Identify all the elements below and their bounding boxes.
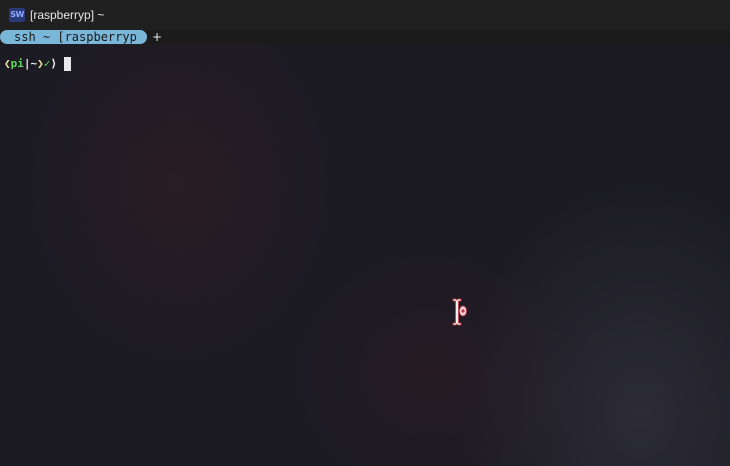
terminal-content[interactable]: ❮ pi | ~ ❯ ✓ ⟩ <box>0 44 730 466</box>
prompt-status-check-icon: ✓ <box>43 57 51 70</box>
tab-ssh[interactable]: ssh ~ [raspberryp <box>0 30 147 44</box>
shell-prompt: ❮ pi | ~ ❯ ✓ ⟩ <box>4 57 71 71</box>
prompt-path: ~ <box>30 57 38 70</box>
prompt-host: pi <box>10 57 24 70</box>
prompt-close-bracket: ❯ <box>37 57 44 70</box>
window-title: [raspberryp] ~ <box>30 8 105 22</box>
app-icon: SW <box>9 8 25 22</box>
title-bar[interactable]: SW [raspberryp] ~ <box>0 0 730 30</box>
terminal-window: SW [raspberryp] ~ ssh ~ [raspberryp + ❮ p… <box>0 0 730 466</box>
prompt-open-bracket: ❮ <box>4 57 11 70</box>
text-cursor <box>64 57 71 71</box>
prompt-arrow-icon: ⟩ <box>50 57 57 70</box>
ibeam-mouse-cursor-icon <box>452 298 467 326</box>
tab-bar: ssh ~ [raspberryp + <box>0 30 730 44</box>
prompt-separator: | <box>23 57 31 70</box>
new-tab-button[interactable]: + <box>152 30 162 44</box>
